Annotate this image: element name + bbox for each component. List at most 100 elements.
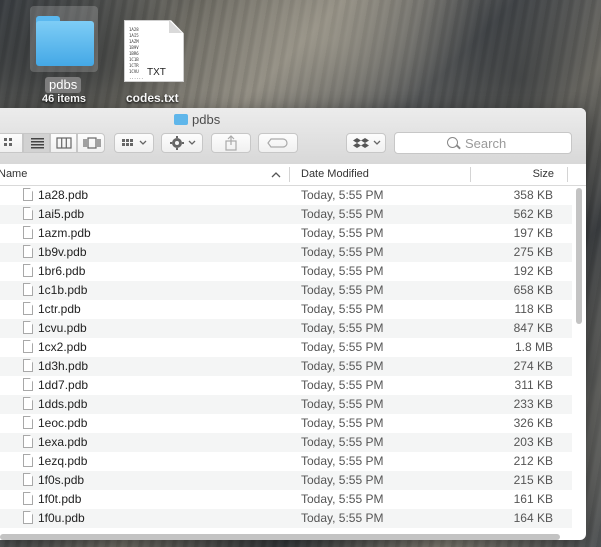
desktop-document-label[interactable]: codes.txt [126,91,179,105]
file-row[interactable]: 1br6.pdb Today, 5:55 PM 192 KB [0,262,572,281]
file-row[interactable]: 1ctr.pdb Today, 5:55 PM 118 KB [0,300,572,319]
action-button[interactable] [161,133,203,153]
file-row[interactable]: 1cx2.pdb Today, 5:55 PM 1.8 MB [0,338,572,357]
file-size: 118 KB [514,302,553,316]
folder-icon [174,114,188,125]
list-view-button[interactable] [23,133,50,153]
cover-flow-button[interactable] [77,133,105,153]
file-size: 274 KB [513,359,553,373]
document-icon [23,416,33,429]
file-name: 1d3h.pdb [38,359,89,373]
file-size: 161 KB [513,492,553,506]
file-date-modified: Today, 5:55 PM [301,473,384,487]
document-icon [23,188,33,201]
file-row[interactable]: 1ezq.pdb Today, 5:55 PM 212 KB [0,452,572,471]
window-title: pdbs [174,111,220,129]
file-row[interactable]: 1a28.pdb Today, 5:55 PM 358 KB [0,186,572,205]
file-row[interactable]: 1dd7.pdb Today, 5:55 PM 311 KB [0,376,572,395]
file-date-modified: Today, 5:55 PM [301,492,384,506]
file-name: 1ai5.pdb [38,207,85,221]
dropbox-button[interactable] [346,133,386,153]
file-date-modified: Today, 5:55 PM [301,321,384,335]
file-size: 192 KB [513,264,553,278]
document-icon [23,283,33,296]
file-size: 215 KB [513,473,553,487]
file-row[interactable]: 1b9v.pdb Today, 5:55 PM 275 KB [0,243,572,262]
document-icon [23,473,33,486]
file-date-modified: Today, 5:55 PM [301,302,384,316]
desktop-folder-label[interactable]: pdbs [45,77,82,93]
desktop-folder-pdbs[interactable] [30,6,98,72]
window-toolbar: pdbs Search [0,108,586,165]
column-divider[interactable] [567,167,568,182]
document-icon [23,226,33,239]
file-row[interactable]: 1d3h.pdb Today, 5:55 PM 274 KB [0,357,572,376]
file-size: 275 KB [513,245,553,259]
file-name: 1br6.pdb [38,264,86,278]
file-size: 203 KB [513,435,553,449]
file-size: 562 KB [513,207,553,221]
column-header-date[interactable]: Date Modified [301,164,469,185]
share-button[interactable] [211,133,251,153]
file-size: 164 KB [513,511,553,525]
file-size: 326 KB [513,416,553,430]
column-view-icon [56,137,72,149]
file-size: 212 KB [513,454,553,468]
file-row[interactable]: 1ai5.pdb Today, 5:55 PM 562 KB [0,205,572,224]
search-icon [447,137,458,148]
file-size: 658 KB [513,283,553,297]
file-date-modified: Today, 5:55 PM [301,264,384,278]
file-name: 1c1b.pdb [38,283,88,297]
file-name: 1dd7.pdb [38,378,89,392]
horizontal-scrollbar[interactable] [0,534,560,540]
file-date-modified: Today, 5:55 PM [301,378,384,392]
tags-icon [267,138,288,148]
file-row[interactable]: 1f0t.pdb Today, 5:55 PM 161 KB [0,490,572,509]
column-header-row: Name Date Modified Size [0,164,586,186]
column-header-name[interactable]: Name [0,164,288,185]
file-size: 311 KB [514,378,553,392]
cover-flow-icon [83,137,101,149]
arrange-button[interactable] [114,133,154,153]
file-row[interactable]: 1f0u.pdb Today, 5:55 PM 164 KB [0,509,572,528]
document-icon [23,264,33,277]
file-size: 847 KB [513,321,553,335]
document-icon [23,207,33,220]
file-date-modified: Today, 5:55 PM [301,226,384,240]
column-divider[interactable] [470,167,471,182]
file-name: 1f0t.pdb [38,492,82,506]
file-row[interactable]: 1cvu.pdb Today, 5:55 PM 847 KB [0,319,572,338]
tags-button[interactable] [258,133,298,153]
document-icon [23,302,33,315]
vertical-scrollbar[interactable] [576,188,582,324]
dropbox-icon [353,138,381,148]
folder-icon [36,16,94,66]
document-icon [23,397,33,410]
document-icon [23,245,33,258]
column-view-button[interactable] [50,133,77,153]
file-row[interactable]: 1f0s.pdb Today, 5:55 PM 215 KB [0,471,572,490]
search-field[interactable]: Search [394,132,572,154]
file-name: 1a28.pdb [38,188,89,202]
finder-window: pdbs Search Name Date Modified Size 1a28… [0,108,586,540]
file-name: 1b9v.pdb [38,245,87,259]
file-row[interactable]: 1exa.pdb Today, 5:55 PM 203 KB [0,433,572,452]
file-date-modified: Today, 5:55 PM [301,359,384,373]
file-name: 1azm.pdb [38,226,91,240]
file-row[interactable]: 1azm.pdb Today, 5:55 PM 197 KB [0,224,572,243]
file-size: 197 KB [513,226,553,240]
column-divider[interactable] [289,167,290,182]
document-icon [23,321,33,334]
list-view-icon [31,138,44,149]
file-date-modified: Today, 5:55 PM [301,435,384,449]
icon-view-button[interactable] [0,133,23,153]
file-date-modified: Today, 5:55 PM [301,511,384,525]
file-name: 1f0s.pdb [38,473,85,487]
file-row[interactable]: 1eoc.pdb Today, 5:55 PM 326 KB [0,414,572,433]
column-header-date-label: Date Modified [301,168,369,180]
file-row[interactable]: 1c1b.pdb Today, 5:55 PM 658 KB [0,281,572,300]
file-date-modified: Today, 5:55 PM [301,207,384,221]
file-row[interactable]: 1dds.pdb Today, 5:55 PM 233 KB [0,395,572,414]
column-header-size[interactable]: Size [472,164,554,185]
file-name: 1f0u.pdb [38,511,85,525]
